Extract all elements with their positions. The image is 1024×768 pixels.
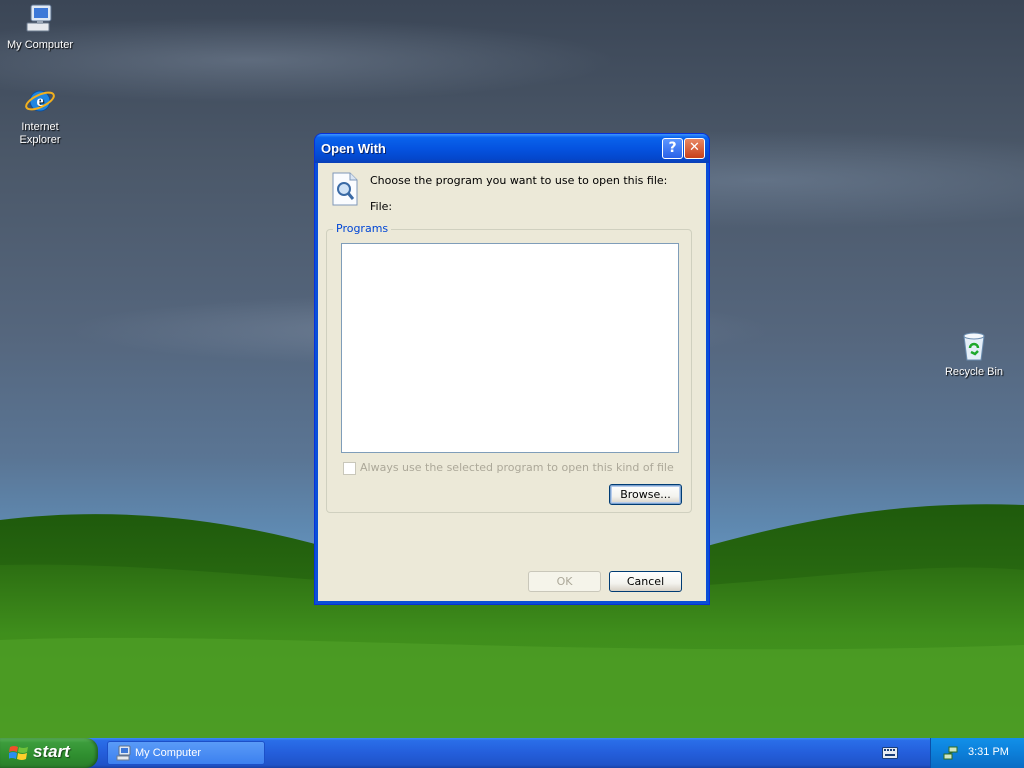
network-icon[interactable] — [943, 745, 959, 761]
start-button[interactable]: start — [0, 738, 98, 768]
always-use-checkbox — [343, 461, 356, 475]
desktop-icon-recycle-bin[interactable]: Recycle Bin — [934, 330, 1014, 379]
file-search-icon — [332, 172, 358, 206]
dialog-title: Open With — [321, 141, 386, 156]
desktop-icon-my-computer[interactable]: My Computer — [0, 3, 80, 52]
taskbar-item-my-computer[interactable]: My Computer — [107, 741, 265, 765]
my-computer-icon — [116, 745, 131, 761]
title-bar[interactable]: Open With ? ✕ — [315, 134, 709, 163]
programs-groupbox: Programs Always use the selected program… — [326, 222, 692, 513]
browse-button[interactable]: Browse... — [609, 484, 682, 505]
file-label: File: — [370, 200, 393, 213]
always-use-option: Always use the selected program to open … — [343, 461, 674, 475]
open-with-dialog: Open With ? ✕ Choose the program you wan… — [315, 134, 709, 604]
keyboard-icon[interactable] — [882, 747, 898, 759]
desktop-icon-label: My Computer — [6, 39, 74, 51]
ok-button: OK — [528, 571, 601, 592]
desktop-icon-internet-explorer[interactable]: e Internet Explorer — [0, 85, 80, 147]
my-computer-icon — [26, 4, 52, 32]
prompt-text: Choose the program you want to use to op… — [370, 174, 668, 187]
dialog-body: Choose the program you want to use to op… — [318, 163, 706, 601]
close-button[interactable]: ✕ — [684, 138, 705, 159]
cancel-button[interactable]: Cancel — [609, 571, 682, 592]
desktop-icon-label: Internet Explorer — [19, 121, 61, 146]
help-button[interactable]: ? — [662, 138, 683, 159]
internet-explorer-icon: e — [25, 90, 55, 112]
programs-group-title: Programs — [333, 222, 392, 235]
desktop-icon-label: Recycle Bin — [944, 366, 1004, 378]
programs-list[interactable] — [341, 243, 679, 453]
clock[interactable]: 3:31 PM — [968, 746, 1009, 758]
system-tray: 3:31 PM — [930, 738, 1024, 768]
always-use-label: Always use the selected program to open … — [360, 461, 674, 474]
recycle-bin-icon — [963, 332, 985, 361]
start-label: start — [33, 742, 70, 761]
taskbar-item-label: My Computer — [135, 747, 202, 759]
taskbar: start My Computer 3:31 PM — [0, 738, 1024, 768]
windows-logo-icon — [9, 746, 28, 760]
